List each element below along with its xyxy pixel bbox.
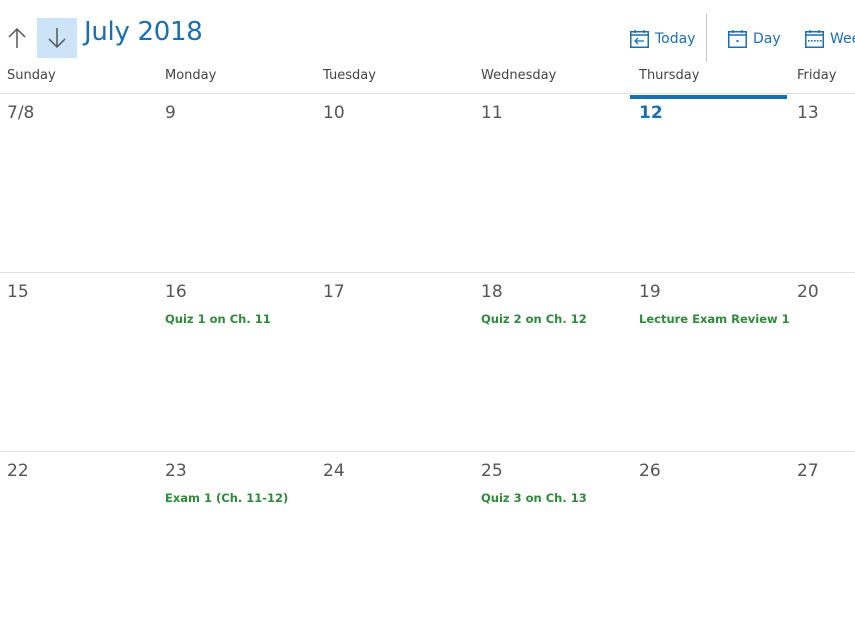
calendar-today-icon: [630, 30, 649, 48]
weekday-sunday: Sunday: [7, 68, 56, 83]
day-cell-label[interactable]: 26: [639, 461, 661, 481]
today-button-label: Today: [655, 31, 696, 47]
day-cell-label[interactable]: 27: [797, 461, 819, 481]
day-cell-label[interactable]: 9: [165, 103, 176, 123]
week-view-button-label: Week: [830, 31, 855, 47]
weekday-wednesday: Wednesday: [481, 68, 557, 83]
today-day-label[interactable]: 12: [639, 103, 663, 123]
week-divider: [0, 451, 855, 452]
day-cell-label[interactable]: 24: [323, 461, 345, 481]
arrow-up-icon: [8, 27, 26, 48]
calendar-event[interactable]: Quiz 3 on Ch. 13: [481, 491, 587, 505]
calendar-event[interactable]: Exam 1 (Ch. 11-12): [165, 491, 288, 505]
day-view-button[interactable]: Day: [728, 28, 781, 50]
arrow-down-icon: [48, 28, 66, 49]
day-cell-label[interactable]: 10: [323, 103, 345, 123]
day-cell-label[interactable]: 11: [481, 103, 503, 123]
today-button[interactable]: Today: [630, 28, 696, 50]
today-indicator: [630, 95, 787, 99]
header-divider: [0, 93, 855, 94]
day-cell-label[interactable]: 17: [323, 282, 345, 302]
calendar-app: July 2018 Today Day We Sunday Monday Tue…: [0, 0, 855, 624]
calendar-event[interactable]: Lecture Exam Review 1: [639, 312, 790, 326]
day-cell-label[interactable]: 15: [7, 282, 29, 302]
calendar-day-icon: [728, 30, 747, 48]
weekday-tuesday: Tuesday: [323, 68, 376, 83]
weekday-thursday: Thursday: [639, 68, 700, 83]
calendar-event[interactable]: Quiz 2 on Ch. 12: [481, 312, 587, 326]
day-cell-label[interactable]: 23: [165, 461, 187, 481]
day-view-button-label: Day: [753, 31, 781, 47]
day-cell-label[interactable]: 13: [797, 103, 819, 123]
day-cell-label[interactable]: 18: [481, 282, 503, 302]
day-cell-label[interactable]: 20: [797, 282, 819, 302]
weekday-friday: Friday: [797, 68, 837, 83]
calendar-event[interactable]: Quiz 1 on Ch. 11: [165, 312, 271, 326]
day-cell-label[interactable]: 19: [639, 282, 661, 302]
next-month-button[interactable]: [37, 18, 77, 58]
day-cell-label[interactable]: 16: [165, 282, 187, 302]
previous-month-button[interactable]: [0, 18, 34, 58]
day-cell-label[interactable]: 22: [7, 461, 29, 481]
month-title: July 2018: [84, 17, 203, 47]
week-divider: [0, 272, 855, 273]
calendar-week-icon: [805, 30, 824, 48]
week-view-button[interactable]: Week: [805, 28, 855, 50]
day-cell-label[interactable]: 25: [481, 461, 503, 481]
day-cell-label[interactable]: 7/8: [7, 103, 34, 123]
weekday-monday: Monday: [165, 68, 217, 83]
toolbar-divider: [706, 14, 707, 62]
